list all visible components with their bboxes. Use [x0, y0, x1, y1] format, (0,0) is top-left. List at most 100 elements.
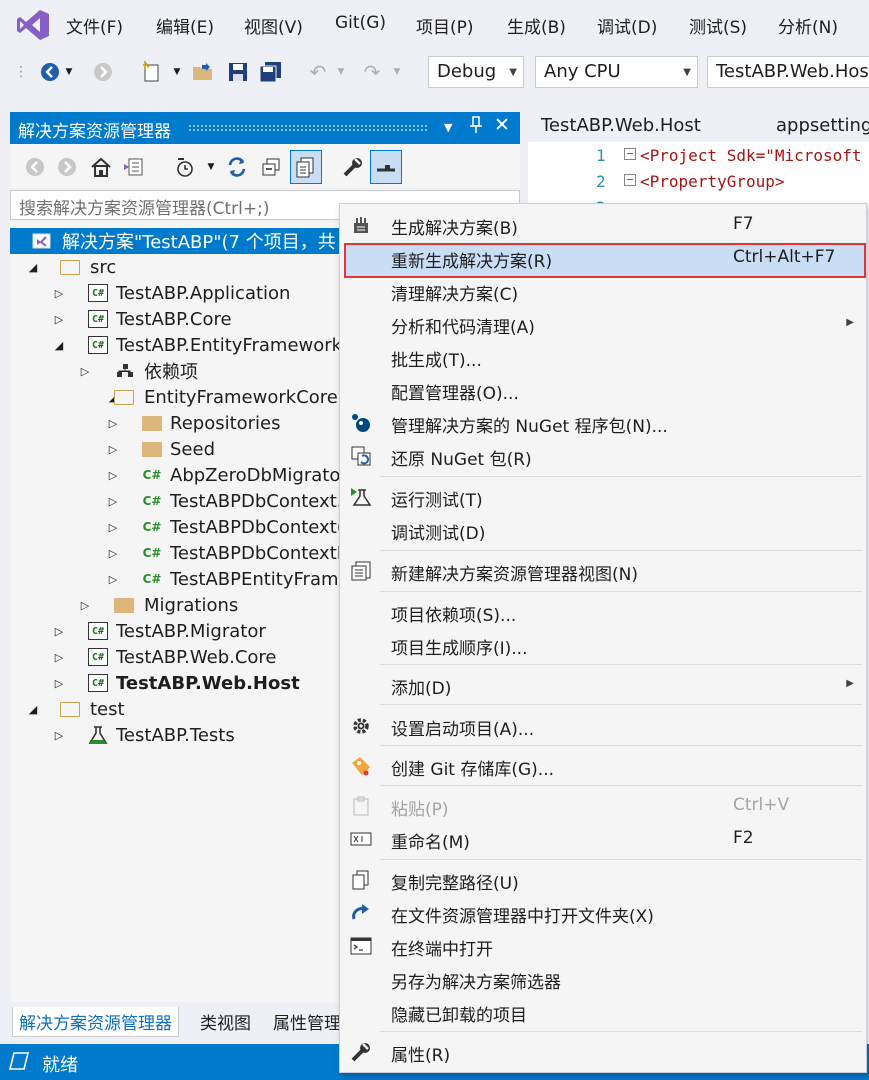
menu-open-in-terminal[interactable]: 在终端中打开: [340, 930, 866, 962]
refresh-icon[interactable]: [224, 154, 250, 180]
tab-class-view[interactable]: 类视图: [194, 1007, 257, 1036]
collapse-icon[interactable]: −: [624, 148, 636, 160]
navigate-back-icon[interactable]: [38, 58, 62, 86]
preview-selected-items-icon[interactable]: [370, 150, 402, 184]
pin-icon[interactable]: [469, 116, 483, 138]
menu-rename[interactable]: 重命名(M) F2: [340, 823, 866, 855]
tree-row-test-project[interactable]: ▷ TestABP.Tests: [10, 722, 340, 748]
menu-project[interactable]: 项目(P): [416, 13, 474, 38]
filter-dropdown-icon[interactable]: ▼: [198, 154, 224, 180]
menu-new-explorer-view[interactable]: 新建解决方案资源管理器视图(N): [340, 555, 866, 587]
tree-row-src[interactable]: ◢ src: [10, 254, 340, 280]
collapsed-arrow-icon[interactable]: ▷: [52, 651, 66, 664]
tree-row-dependencies[interactable]: ▷ 依赖项: [10, 358, 340, 384]
tree-row-project[interactable]: ▷ C# TestABP.Web.Core: [10, 644, 340, 670]
menu-project-dependencies[interactable]: 项目依赖项(S)...: [340, 596, 866, 628]
menu-analyze-code-cleanup[interactable]: 分析和代码清理(A) ▶: [340, 308, 866, 340]
menu-save-as-filter[interactable]: 另存为解决方案筛选器: [340, 963, 866, 995]
expanded-arrow-icon[interactable]: ◢: [26, 703, 40, 716]
menu-rebuild-solution[interactable]: 重新生成解决方案(R) Ctrl+Alt+F7: [340, 242, 866, 274]
menu-clean-solution[interactable]: 清理解决方案(C): [340, 275, 866, 307]
tree-row-folder[interactable]: ◢ EntityFrameworkCore: [10, 384, 340, 410]
undo-dropdown-icon[interactable]: ▼: [334, 58, 348, 86]
tree-row-test[interactable]: ◢ test: [10, 696, 340, 722]
menu-run-tests[interactable]: 运行测试(T): [340, 481, 866, 513]
menu-create-git-repo[interactable]: 创建 Git 存储库(G)...: [340, 750, 866, 782]
show-all-files-icon[interactable]: [290, 150, 322, 184]
back-dropdown-icon[interactable]: ▼: [62, 58, 76, 86]
tree-row-project[interactable]: ▷ C# TestABP.Migrator: [10, 618, 340, 644]
collapsed-arrow-icon[interactable]: ▷: [106, 443, 120, 456]
tab-solution-explorer[interactable]: 解决方案资源管理器: [12, 1007, 179, 1037]
tree-row-file[interactable]: ▷ C# TestABPEntityFrame: [10, 566, 340, 592]
expanded-arrow-icon[interactable]: ◢: [52, 339, 66, 352]
menu-debug[interactable]: 调试(D): [597, 13, 657, 38]
tree-row-folder[interactable]: ▷ Migrations: [10, 592, 340, 618]
expanded-arrow-icon[interactable]: ◢: [26, 261, 40, 274]
menu-add[interactable]: 添加(D) ▶: [340, 669, 866, 701]
menu-edit[interactable]: 编辑(E): [156, 13, 214, 38]
new-project-icon[interactable]: [140, 58, 164, 86]
menu-manage-nuget[interactable]: 管理解决方案的 NuGet 程序包(N)...: [340, 407, 866, 439]
collapsed-arrow-icon[interactable]: ▷: [52, 287, 66, 300]
redo-icon[interactable]: ↷: [360, 58, 384, 86]
new-dropdown-icon[interactable]: ▼: [170, 58, 184, 86]
collapsed-arrow-icon[interactable]: ▷: [106, 573, 120, 586]
tree-row-file[interactable]: ▷ C# TestABPDbContext(: [10, 514, 340, 540]
tab-web-host-csproj[interactable]: TestABP.Web.Host: [541, 115, 701, 136]
status-output-icon[interactable]: [8, 1051, 30, 1076]
menu-build-solution[interactable]: 生成解决方案(B) F7: [340, 209, 866, 241]
collapsed-arrow-icon[interactable]: ▷: [78, 599, 92, 612]
tab-appsettings[interactable]: appsetting: [776, 115, 869, 136]
menu-paste[interactable]: 粘贴(P) Ctrl+V: [340, 790, 866, 822]
menu-batch-build[interactable]: 批生成(T)...: [340, 341, 866, 373]
tab-property-manager[interactable]: 属性管理: [267, 1007, 347, 1036]
undo-icon[interactable]: ↶: [306, 58, 330, 86]
menu-build[interactable]: 生成(B): [507, 13, 566, 38]
collapsed-arrow-icon[interactable]: ▷: [78, 365, 92, 378]
menu-configuration-manager[interactable]: 配置管理器(O)...: [340, 374, 866, 406]
tree-row-project[interactable]: ▷ C# TestABP.Core: [10, 306, 340, 332]
menu-view[interactable]: 视图(V): [244, 13, 303, 38]
platform-dropdown[interactable]: Any CPU ▼: [535, 56, 698, 88]
menu-restore-nuget[interactable]: 还原 NuGet 包(R): [340, 440, 866, 472]
tree-row-project[interactable]: ◢ C# TestABP.EntityFramework: [10, 332, 340, 358]
redo-dropdown-icon[interactable]: ▼: [390, 58, 404, 86]
collapsed-arrow-icon[interactable]: ▷: [52, 729, 66, 742]
navigate-forward-icon[interactable]: [92, 58, 114, 86]
menu-set-startup-projects[interactable]: 设置启动项目(A)...: [340, 710, 866, 742]
collapsed-arrow-icon[interactable]: ▷: [52, 677, 66, 690]
collapsed-arrow-icon[interactable]: ▷: [106, 469, 120, 482]
collapsed-arrow-icon[interactable]: ▷: [106, 547, 120, 560]
tree-row-file[interactable]: ▷ C# AbpZeroDbMigrato: [10, 462, 340, 488]
home-icon[interactable]: [88, 154, 114, 180]
menu-properties[interactable]: 属性(R): [340, 1036, 866, 1068]
tree-row-solution[interactable]: 解决方案"TestABP"(7 个项目，共: [10, 228, 340, 254]
back-icon[interactable]: [22, 154, 48, 180]
menu-hide-unloaded-projects[interactable]: 隐藏已卸载的项目: [340, 996, 866, 1028]
menu-analyze[interactable]: 分析(N): [778, 13, 838, 38]
menu-debug-tests[interactable]: 调试测试(D): [340, 514, 866, 546]
window-position-dropdown-icon[interactable]: ▼: [444, 121, 452, 134]
collapse-all-icon[interactable]: [258, 154, 284, 180]
configuration-dropdown[interactable]: Debug ▼: [428, 56, 524, 88]
collapse-icon[interactable]: −: [624, 174, 636, 186]
collapsed-arrow-icon[interactable]: ▷: [106, 521, 120, 534]
tree-row-folder[interactable]: ▷ Seed: [10, 436, 340, 462]
switch-views-icon[interactable]: [120, 154, 146, 180]
forward-icon[interactable]: [54, 154, 80, 180]
open-folder-icon[interactable]: [190, 58, 216, 86]
properties-wrench-icon[interactable]: [340, 154, 366, 180]
tree-row-file[interactable]: ▷ C# TestABPDbContextI: [10, 540, 340, 566]
startup-project-dropdown[interactable]: TestABP.Web.Host: [707, 56, 869, 88]
menu-open-in-explorer[interactable]: 在文件资源管理器中打开文件夹(X): [340, 897, 866, 929]
collapsed-arrow-icon[interactable]: ▷: [52, 625, 66, 638]
menu-project-build-order[interactable]: 项目生成顺序(I)...: [340, 629, 866, 661]
tree-row-startup-project[interactable]: ▷ C# TestABP.Web.Host: [10, 670, 340, 696]
save-all-icon[interactable]: [258, 58, 284, 86]
pending-changes-filter-icon[interactable]: [172, 154, 198, 180]
collapsed-arrow-icon[interactable]: ▷: [106, 417, 120, 430]
tree-row-folder[interactable]: ▷ Repositories: [10, 410, 340, 436]
tree-row-project[interactable]: ▷ C# TestABP.Application: [10, 280, 340, 306]
menu-git[interactable]: Git(G): [335, 13, 386, 33]
